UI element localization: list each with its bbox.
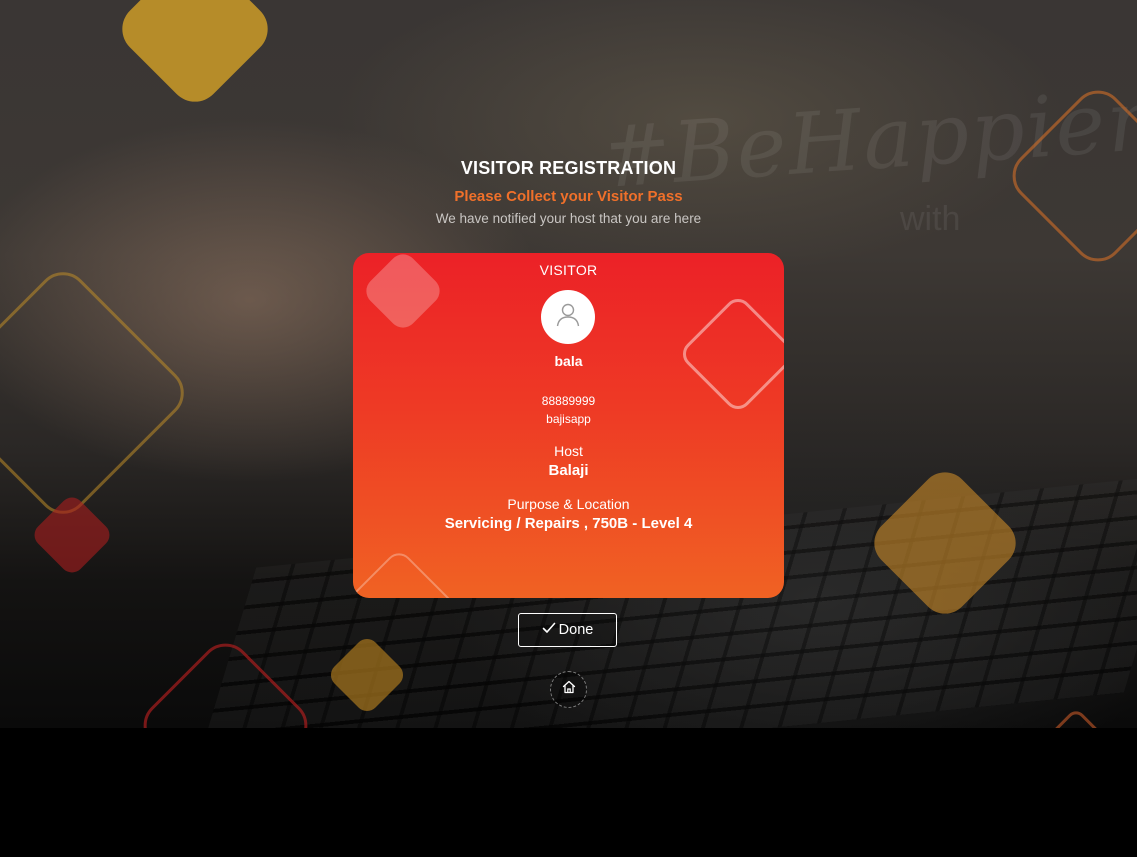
footer-area xyxy=(0,728,1137,857)
done-button-label: Done xyxy=(558,622,594,638)
done-button[interactable]: Done xyxy=(518,613,617,647)
visitor-company: bajisapp xyxy=(546,412,591,426)
page-header: VISITOR REGISTRATION Please Collect your… xyxy=(0,158,1137,226)
home-icon xyxy=(561,679,577,700)
decor-diamond xyxy=(29,492,115,578)
avatar xyxy=(541,290,595,344)
checkmark-icon xyxy=(542,622,556,638)
user-icon xyxy=(553,300,583,335)
page-title: VISITOR REGISTRATION xyxy=(460,158,677,178)
decor-diamond-outline xyxy=(1039,707,1113,728)
page-subtitle: Please Collect your Visitor Pass xyxy=(454,188,683,205)
purpose-location-value: Servicing / Repairs , 750B - Level 4 xyxy=(444,515,693,532)
visitor-phone: 88889999 xyxy=(541,394,596,408)
decor-diamond xyxy=(111,0,279,113)
host-notified-note: We have notified your host that you are … xyxy=(435,211,702,226)
visitor-name: bala xyxy=(554,353,583,369)
card-decor-diamond-outline xyxy=(353,547,459,598)
host-name: Balaji xyxy=(548,462,589,479)
home-button[interactable] xyxy=(550,671,587,708)
pass-type-label: VISITOR xyxy=(539,262,598,278)
purpose-label: Purpose & Location xyxy=(507,496,630,512)
decor-diamond-outline xyxy=(0,261,195,525)
visitor-pass-card: VISITOR bala 88889999 bajisapp Host Bala… xyxy=(353,253,784,598)
host-label: Host xyxy=(554,443,583,459)
